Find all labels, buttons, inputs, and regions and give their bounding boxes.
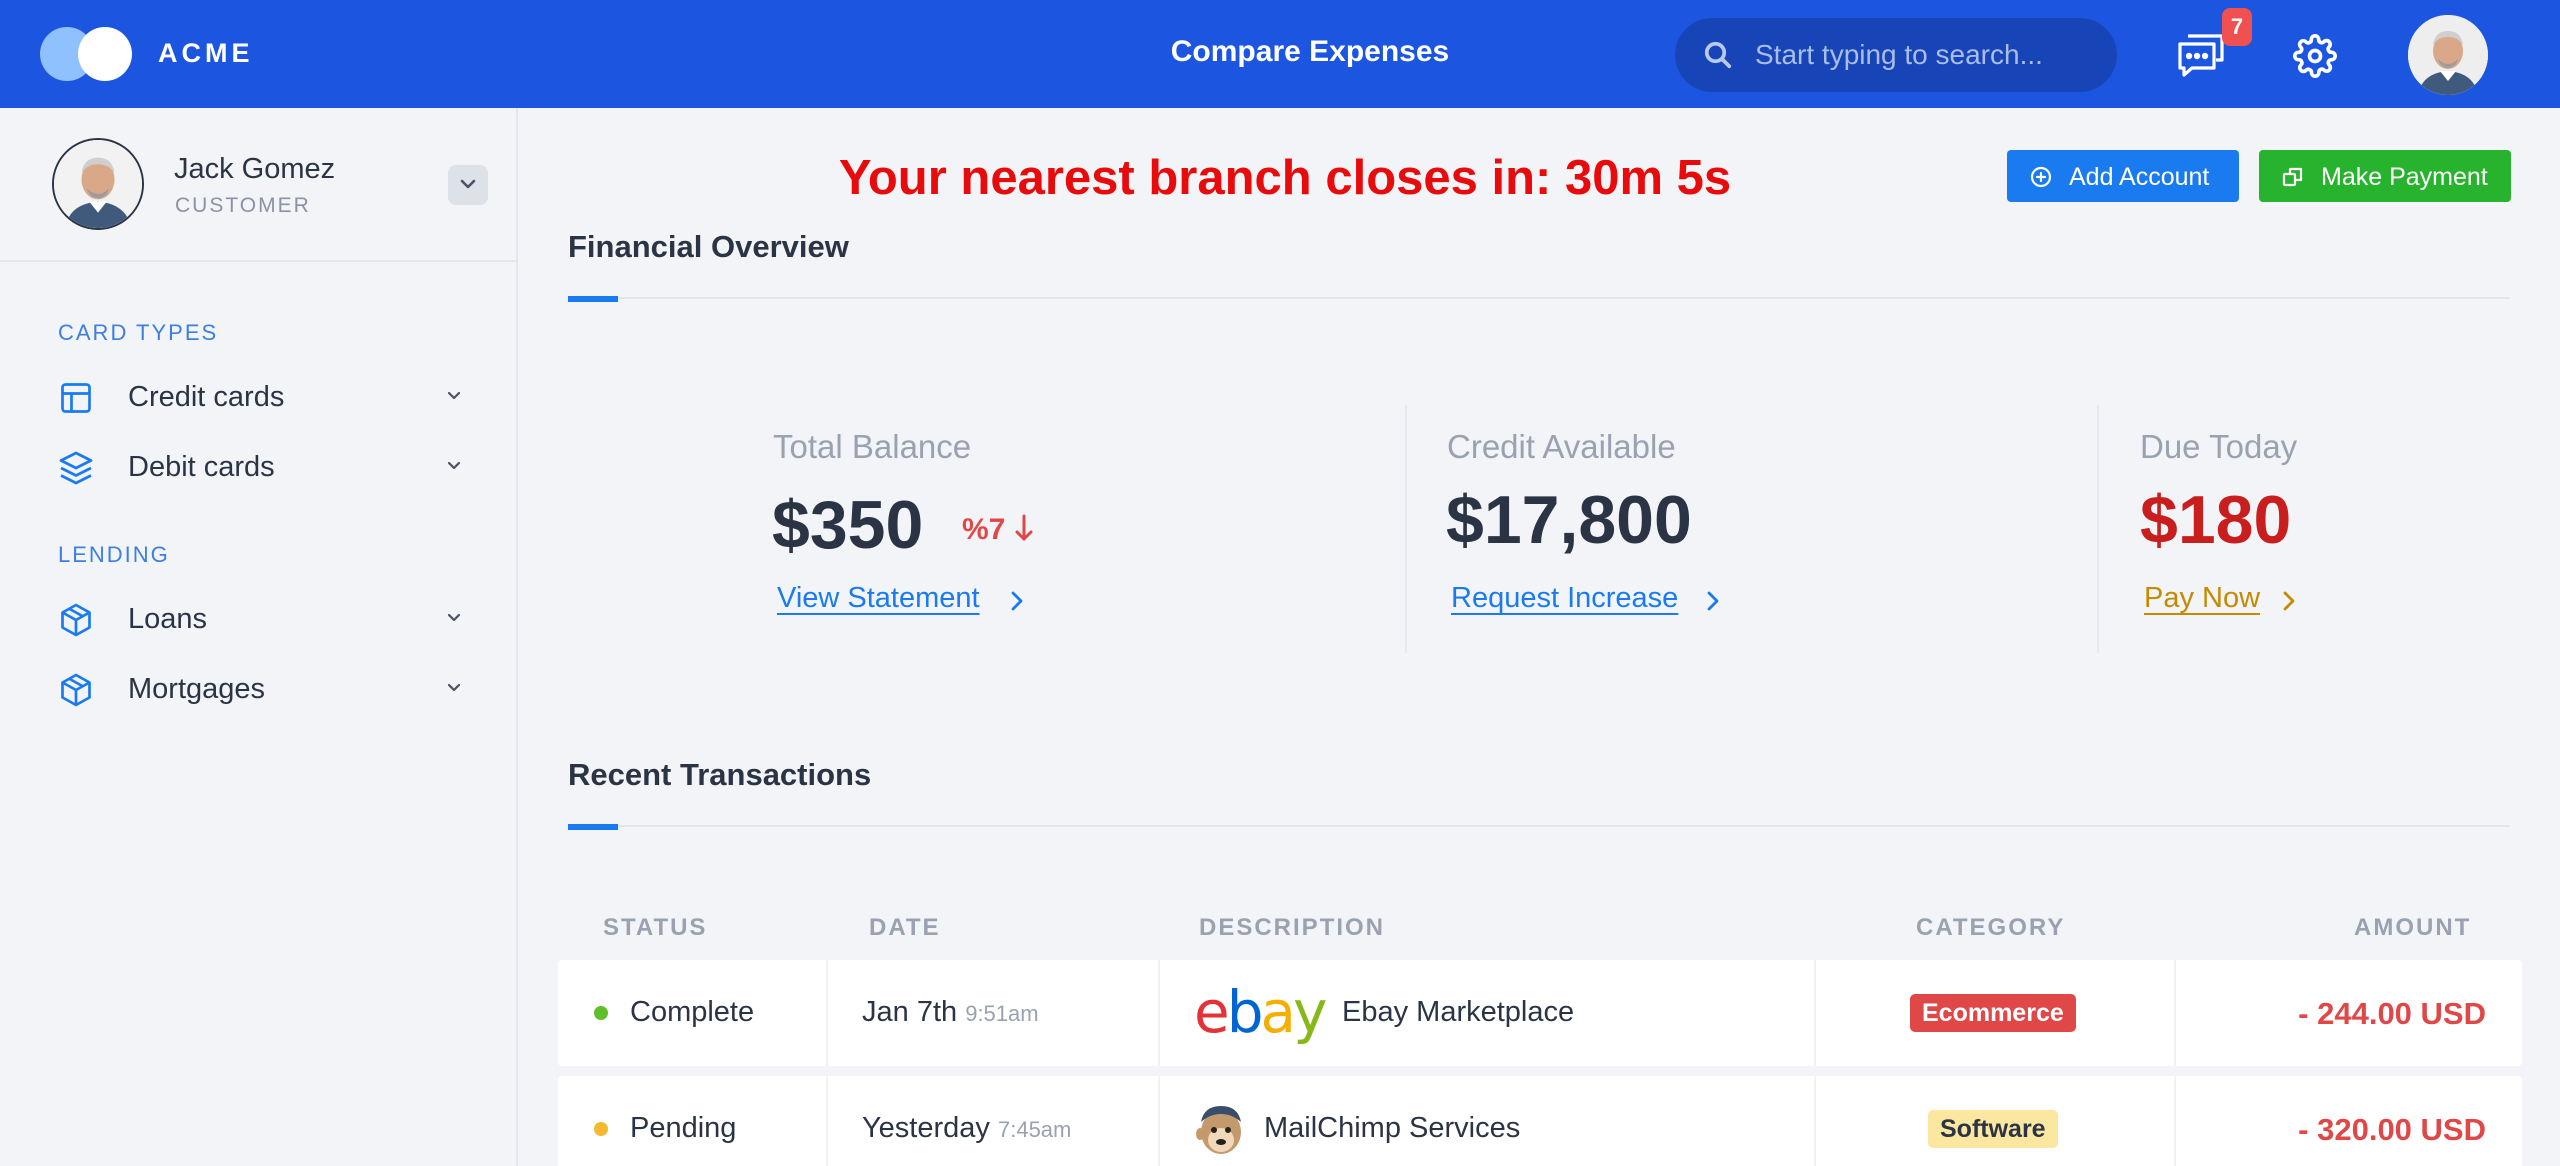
search-input[interactable] <box>1755 18 2095 92</box>
total-balance-label: Total Balance <box>773 428 972 465</box>
search-box[interactable] <box>1675 18 2117 92</box>
chevron-right-icon <box>1011 591 1023 611</box>
arrow-down-icon <box>1015 514 1033 541</box>
amount-text: - 244.00 USD <box>2298 996 2486 1031</box>
column-header-date[interactable]: DATE <box>869 914 941 942</box>
messages-icon[interactable] <box>2176 32 2226 78</box>
plus-circle-icon <box>2030 166 2052 188</box>
view-statement-link[interactable]: View Statement <box>777 582 980 615</box>
credit-available-label: Credit Available <box>1447 428 1676 465</box>
balance-change-value: %7 <box>962 513 1006 546</box>
financial-overview-title: Financial Overview <box>568 229 849 264</box>
table-row[interactable]: Pending Yesterday 7:45am MailChimp Servi… <box>558 1076 2522 1166</box>
column-header-amount[interactable]: AMOUNT <box>2354 914 2471 942</box>
add-account-button[interactable]: Add Account <box>2007 150 2239 202</box>
date-text: Jan 7th <box>862 996 958 1028</box>
ebay-logo: ebay <box>1194 978 1327 1046</box>
status-dot <box>594 1006 608 1020</box>
notification-badge: 7 <box>2222 8 2252 46</box>
chevron-right-icon <box>2283 591 2295 611</box>
section-divider <box>568 297 2510 299</box>
profile-avatar[interactable] <box>52 138 144 230</box>
status-dot <box>594 1122 608 1136</box>
acme-logo-icon[interactable] <box>40 27 132 81</box>
chevron-down-icon <box>460 179 476 189</box>
total-balance-value: $350 <box>772 487 924 563</box>
stat-divider <box>1405 405 1407 653</box>
request-increase-link[interactable]: Request Increase <box>1451 582 1678 615</box>
section-label-card-types: CARD TYPES <box>58 320 219 345</box>
section-label-lending: LENDING <box>58 542 170 567</box>
sidebar-item-label: Debit cards <box>128 451 275 483</box>
column-header-description[interactable]: DESCRIPTION <box>1199 914 1385 942</box>
user-name: Jack Gomez <box>174 153 336 185</box>
profile-menu-toggle[interactable] <box>448 165 488 205</box>
stat-divider <box>2097 405 2099 653</box>
column-header-status[interactable]: STATUS <box>603 914 707 942</box>
date-cell: Yesterday 7:45am <box>862 1112 1071 1145</box>
description-text: Ebay Marketplace <box>1342 996 1575 1028</box>
status-text: Complete <box>630 996 755 1028</box>
section-accent-bar <box>568 296 618 302</box>
date-text: Yesterday <box>862 1112 990 1144</box>
chevron-right-icon <box>1707 591 1719 611</box>
package-icon <box>61 673 91 707</box>
layout-icon <box>61 383 91 413</box>
amount-text: - 320.00 USD <box>2298 1112 2486 1147</box>
mailchimp-logo <box>1196 1106 1241 1154</box>
sidebar-item-label: Mortgages <box>128 673 266 705</box>
sidebar-item-loans[interactable]: Loans <box>58 595 478 645</box>
sidebar-item-label: Credit cards <box>128 381 285 413</box>
package-icon <box>61 603 91 637</box>
time-text: 9:51am <box>965 1001 1039 1026</box>
date-cell: Jan 7th 9:51am <box>862 996 1039 1029</box>
chevron-down-icon <box>447 683 461 692</box>
make-payment-button[interactable]: Make Payment <box>2259 150 2511 202</box>
description-text: MailChimp Services <box>1264 1112 1521 1144</box>
sidebar-item-mortgages[interactable]: Mortgages <box>58 665 478 715</box>
chevron-down-icon <box>447 391 461 400</box>
chevron-down-icon <box>447 613 461 622</box>
status-text: Pending <box>630 1112 737 1144</box>
sidebar-item-debit-cards[interactable]: Debit cards <box>58 443 478 493</box>
chevron-down-icon <box>447 461 461 470</box>
category-badge: Ecommerce <box>1910 994 2076 1032</box>
sidebar: Jack Gomez CUSTOMER CARD TYPES Credit ca… <box>0 108 518 1166</box>
user-role: CUSTOMER <box>175 194 311 217</box>
user-avatar[interactable] <box>2408 15 2488 95</box>
recent-transactions-title: Recent Transactions <box>568 757 872 792</box>
section-accent-bar <box>568 824 618 830</box>
balance-change: %7 <box>962 513 1034 547</box>
search-icon <box>1704 41 1732 69</box>
section-divider <box>568 825 2510 827</box>
time-text: 7:45am <box>997 1117 1072 1142</box>
branch-closing-alert: Your nearest branch closes in: 30m 5s <box>838 151 1732 205</box>
due-today-label: Due Today <box>2140 428 2298 465</box>
copy-icon <box>2282 167 2303 187</box>
page-title: Compare Expenses <box>1170 35 1450 68</box>
layers-icon <box>59 451 93 485</box>
category-badge: Software <box>1928 1110 2058 1148</box>
due-today-value: $180 <box>2140 482 2292 558</box>
make-payment-label: Make Payment <box>2321 163 2488 191</box>
sidebar-item-credit-cards[interactable]: Credit cards <box>58 373 478 423</box>
brand-name: ACME <box>158 38 254 68</box>
top-bar: ACME Compare Expenses 7 <box>0 0 2560 108</box>
gear-icon[interactable] <box>2293 34 2337 78</box>
sidebar-item-label: Loans <box>128 603 208 635</box>
column-header-category[interactable]: CATEGORY <box>1916 914 2065 942</box>
table-row[interactable]: Complete Jan 7th 9:51am ebay Ebay Market… <box>558 960 2522 1066</box>
pay-now-link[interactable]: Pay Now <box>2144 582 2260 615</box>
add-account-label: Add Account <box>2069 163 2210 191</box>
user-profile: Jack Gomez CUSTOMER <box>0 108 516 262</box>
credit-available-value: $17,800 <box>1446 482 1692 558</box>
